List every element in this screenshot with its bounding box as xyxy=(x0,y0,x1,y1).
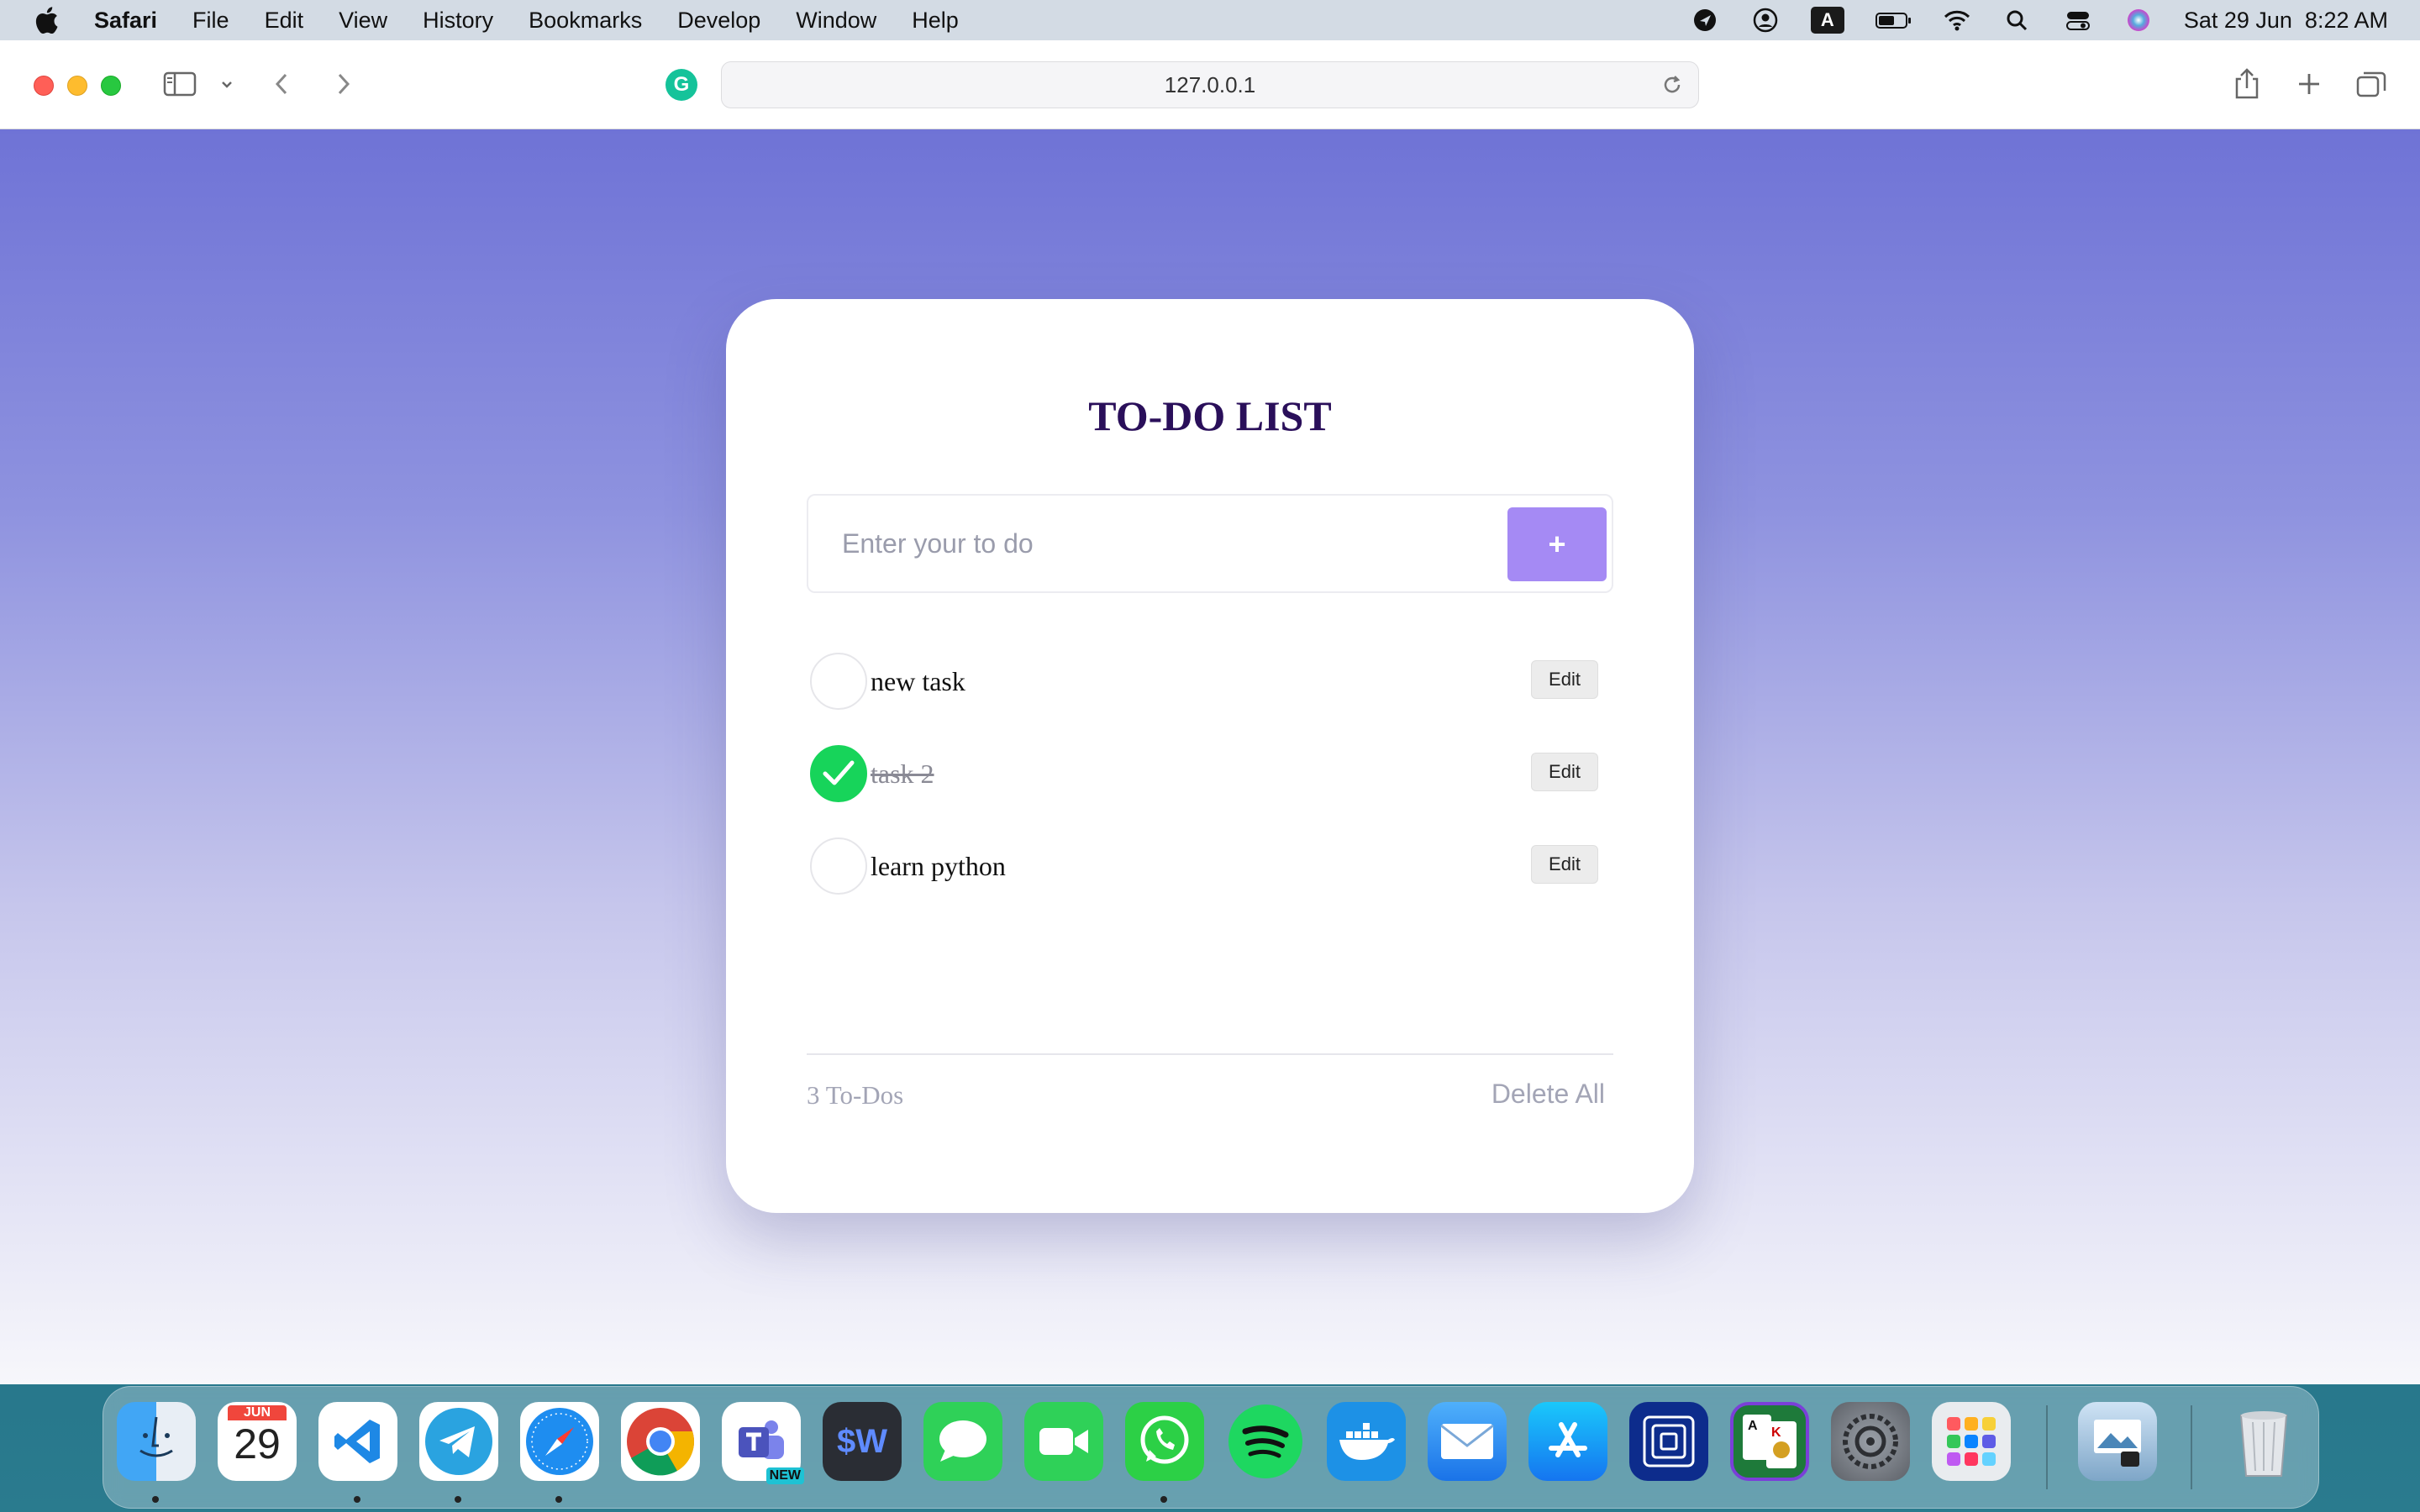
solitaire-app-icon[interactable]: AK xyxy=(1730,1402,1809,1481)
todo-checkbox-checked[interactable] xyxy=(810,745,867,802)
system-settings-app-icon[interactable] xyxy=(1831,1402,1910,1481)
calendar-month: JUN xyxy=(228,1405,287,1420)
user-circle-icon[interactable] xyxy=(1750,8,1781,33)
running-indicator xyxy=(1160,1496,1167,1503)
menu-view[interactable]: View xyxy=(339,8,387,34)
running-indicator xyxy=(152,1496,159,1503)
todo-count: 3 To-Dos xyxy=(807,1080,904,1110)
todo-card: TO-DO LIST + new task Edit task 2 Edit xyxy=(726,299,1694,1213)
minimize-window-button[interactable] xyxy=(67,76,87,96)
keyboard-input-icon[interactable]: A xyxy=(1810,7,1844,34)
edit-todo-button[interactable]: Edit xyxy=(1531,845,1598,884)
apple-logo-icon[interactable] xyxy=(34,6,59,34)
window-controls xyxy=(34,76,134,96)
sidebar-toggle-icon[interactable] xyxy=(161,66,198,102)
menu-window[interactable]: Window xyxy=(796,8,876,34)
teams-new-badge: NEW xyxy=(765,1467,804,1484)
menu-history[interactable]: History xyxy=(423,8,493,34)
finder-app-icon[interactable] xyxy=(117,1402,196,1481)
chrome-app-icon[interactable] xyxy=(621,1402,700,1481)
todo-input[interactable] xyxy=(808,496,1497,591)
todo-text[interactable]: task 2 xyxy=(871,759,934,790)
teams-app-icon[interactable]: NEW xyxy=(722,1402,804,1484)
page-background: TO-DO LIST + new task Edit task 2 Edit xyxy=(0,129,2420,1384)
todo-text[interactable]: learn python xyxy=(871,851,1006,882)
url-text: 127.0.0.1 xyxy=(1164,71,1256,97)
dock-separator xyxy=(2046,1405,2048,1489)
browser-window: G 127.0.0.1 TO-DO LIST + new task xyxy=(0,40,2420,1384)
messages-app-icon[interactable] xyxy=(923,1402,1002,1481)
add-todo-button[interactable]: + xyxy=(1507,507,1607,581)
close-window-button[interactable] xyxy=(34,76,54,96)
todo-item: learn python Edit xyxy=(807,820,1613,912)
whatsapp-app-icon[interactable] xyxy=(1125,1402,1204,1481)
todo-checkbox[interactable] xyxy=(810,837,867,895)
docker-app-icon[interactable] xyxy=(1327,1402,1406,1481)
screen-app-icon[interactable] xyxy=(1629,1402,1708,1481)
mail-app-icon[interactable] xyxy=(1428,1402,1507,1481)
menubar-datetime[interactable]: Sat 29 Jun 8:22 AM xyxy=(2184,8,2388,34)
vscode-app-icon[interactable] xyxy=(318,1402,397,1481)
wave-app-icon[interactable]: $W xyxy=(823,1402,902,1481)
preview-app-icon[interactable] xyxy=(2078,1402,2157,1481)
browser-toolbar: G 127.0.0.1 xyxy=(0,40,2420,129)
delete-all-button[interactable]: Delete All xyxy=(1491,1079,1605,1110)
new-tab-icon[interactable] xyxy=(2291,66,2328,102)
forward-arrow-icon[interactable] xyxy=(324,66,361,102)
reload-icon[interactable] xyxy=(1660,72,1685,97)
battery-icon[interactable] xyxy=(1875,8,1912,33)
siri-icon[interactable] xyxy=(2123,8,2154,33)
edit-todo-button[interactable]: Edit xyxy=(1531,660,1598,699)
checkmark-icon xyxy=(823,760,855,785)
todo-list: new task Edit task 2 Edit learn python E… xyxy=(807,635,1613,912)
launchpad-app-icon[interactable] xyxy=(1932,1402,2011,1481)
todo-input-row: + xyxy=(807,494,1613,593)
menu-bookmarks[interactable]: Bookmarks xyxy=(529,8,642,34)
menu-bar: Safari File Edit View History Bookmarks … xyxy=(0,0,2420,40)
safari-app-icon[interactable] xyxy=(520,1402,599,1481)
trash-icon[interactable] xyxy=(2224,1402,2303,1481)
app-store-icon[interactable] xyxy=(1528,1402,1607,1481)
page-title: TO-DO LIST xyxy=(1088,392,1332,439)
share-icon[interactable] xyxy=(2228,66,2265,102)
chevron-down-icon[interactable] xyxy=(208,66,245,102)
dock-separator xyxy=(2191,1405,2192,1489)
menu-file[interactable]: File xyxy=(192,8,229,34)
menu-app-name[interactable]: Safari xyxy=(94,8,157,34)
menu-help[interactable]: Help xyxy=(912,8,959,34)
location-icon[interactable] xyxy=(1690,8,1720,33)
footer-divider xyxy=(807,1053,1613,1055)
calendar-day: 29 xyxy=(234,1420,281,1467)
spotlight-icon[interactable] xyxy=(2002,8,2033,33)
todo-item: new task Edit xyxy=(807,635,1613,727)
running-indicator xyxy=(555,1496,562,1503)
dock: JUN 29 NEW $W AK xyxy=(103,1386,2319,1509)
address-bar[interactable]: 127.0.0.1 xyxy=(721,61,1699,108)
running-indicator xyxy=(354,1496,360,1503)
wifi-icon[interactable] xyxy=(1942,8,1972,33)
edit-todo-button[interactable]: Edit xyxy=(1531,753,1598,791)
fullscreen-window-button[interactable] xyxy=(101,76,121,96)
calendar-app-icon[interactable]: JUN 29 xyxy=(218,1402,297,1481)
grammarly-extension-icon[interactable]: G xyxy=(666,69,697,101)
todo-item: task 2 Edit xyxy=(807,727,1613,820)
facetime-app-icon[interactable] xyxy=(1024,1402,1103,1481)
spotify-app-icon[interactable] xyxy=(1226,1402,1305,1481)
control-center-icon[interactable] xyxy=(2063,8,2093,33)
tab-overview-icon[interactable] xyxy=(2353,66,2390,102)
todo-checkbox[interactable] xyxy=(810,653,867,710)
todo-text[interactable]: new task xyxy=(871,666,965,697)
svg-text:A: A xyxy=(1748,1419,1758,1433)
svg-text:K: K xyxy=(1771,1425,1781,1440)
menu-edit[interactable]: Edit xyxy=(265,8,304,34)
menu-develop[interactable]: Develop xyxy=(677,8,760,34)
back-arrow-icon[interactable] xyxy=(264,66,301,102)
telegram-app-icon[interactable] xyxy=(419,1402,498,1481)
running-indicator xyxy=(455,1496,461,1503)
